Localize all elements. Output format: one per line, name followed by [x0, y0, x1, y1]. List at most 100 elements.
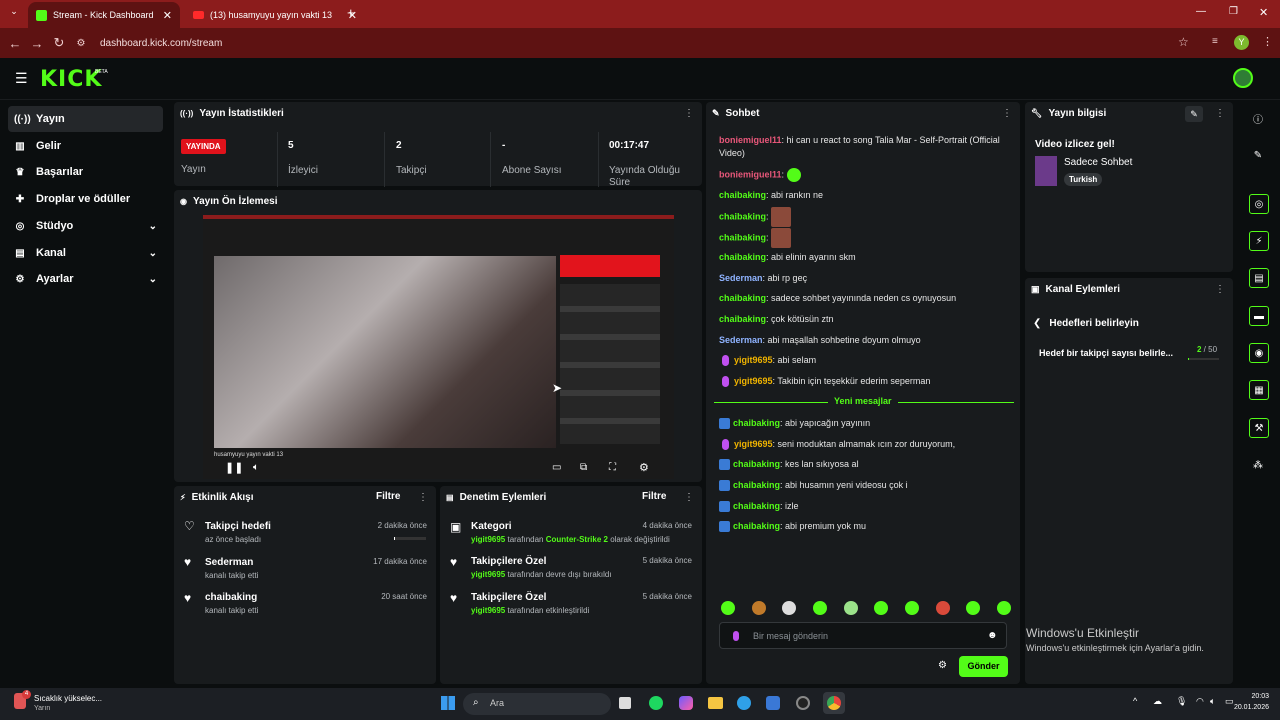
sidebar-item-kanal[interactable]: ▤ Kanal ⌄ — [8, 240, 163, 266]
mic-tray-icon[interactable]: 🎙︎ — [1176, 696, 1187, 707]
emote-icon[interactable] — [843, 601, 858, 615]
user-avatar[interactable] — [1233, 68, 1253, 88]
chat-username[interactable]: chaibaking — [733, 459, 780, 469]
emote-icon[interactable] — [935, 601, 950, 615]
taskbar-search[interactable]: ⌕ Ara — [463, 693, 611, 715]
chat-username[interactable]: chaibaking — [719, 252, 766, 262]
emote-icon[interactable] — [904, 601, 919, 615]
task-view-icon[interactable] — [619, 697, 631, 709]
category-name[interactable]: Sadece Sohbet — [1064, 157, 1132, 168]
spotify-icon[interactable] — [649, 696, 663, 710]
emoji-icon[interactable]: ☻ — [987, 630, 998, 641]
sidebar-item-droplar[interactable]: ✚ Droplar ve ödüller — [8, 186, 163, 212]
pencil-icon[interactable]: ✎ — [1250, 147, 1266, 163]
hamburger-menu-icon[interactable]: ☰ — [15, 70, 28, 87]
tab-kick-dashboard[interactable]: Stream - Kick Dashboard ✕ — [28, 2, 180, 28]
chat-username[interactable]: yigit9695 — [734, 439, 773, 449]
browser-menu-icon[interactable]: ⋮ — [1262, 35, 1273, 48]
fullscreen-icon[interactable]: ⛶ — [609, 462, 616, 473]
bolt-icon[interactable]: ⚡︎ — [1249, 231, 1269, 251]
chat-settings-icon[interactable]: ⚙ — [938, 660, 947, 671]
document-icon[interactable]: ▤ — [1249, 268, 1269, 288]
new-tab-icon[interactable]: + — [347, 5, 355, 20]
media-control-icon[interactable]: ≡ — [1212, 36, 1218, 47]
broadcast-icon[interactable]: ◉ — [1249, 343, 1269, 363]
kebab-menu-icon[interactable]: ⋮ — [1215, 284, 1225, 295]
pip-icon[interactable]: ⧉ — [580, 462, 587, 473]
cloud-icon[interactable]: ☁ — [1153, 696, 1162, 707]
chat-username[interactable]: chaibaking — [719, 314, 766, 324]
chat-username[interactable]: chaibaking — [719, 211, 766, 221]
emote-icon[interactable] — [874, 601, 889, 615]
filter-button[interactable]: Filtre — [642, 491, 666, 502]
forward-icon[interactable]: → — [26, 36, 48, 51]
add-widget-icon[interactable]: ⁂ — [1250, 457, 1266, 473]
back-icon[interactable]: ← — [4, 36, 26, 51]
reload-icon[interactable]: ↻ — [48, 35, 70, 51]
chat-bubble-icon[interactable]: ▬ — [1249, 306, 1269, 326]
address-bar[interactable]: dashboard.kick.com/stream — [100, 38, 222, 49]
speaker-icon[interactable]: 🔈︎ — [1210, 696, 1215, 707]
sidebar-item-basarilar[interactable]: ♛ Başarılar — [8, 159, 163, 185]
chat-username[interactable]: chaibaking — [719, 190, 766, 200]
sidebar-item-ayarlar[interactable]: ⚙ Ayarlar ⌄ — [8, 266, 163, 292]
pause-icon[interactable]: ❚❚ — [225, 461, 243, 474]
chat-username[interactable]: chaibaking — [719, 232, 766, 242]
sidebar-item-yayin[interactable]: ((·)) Yayın — [8, 106, 163, 132]
goal-label[interactable]: Hedef bir takipçi sayısı belirle... — [1039, 348, 1184, 358]
copilot-icon[interactable] — [679, 696, 693, 710]
chat-username[interactable]: boniemiguel11 — [719, 135, 782, 145]
filter-button[interactable]: Filtre — [376, 491, 400, 502]
chat-username[interactable]: chaibaking — [733, 501, 780, 511]
sidebar-item-studyo[interactable]: ◎ Stüdyo ⌄ — [8, 213, 163, 239]
site-info-icon[interactable]: ⚙ — [70, 38, 92, 49]
emote-icon[interactable] — [782, 601, 797, 615]
sidebar-item-gelir[interactable]: ▥ Gelir — [8, 133, 163, 159]
chat-username[interactable]: chaibaking — [733, 418, 780, 428]
file-explorer-icon[interactable] — [708, 697, 723, 709]
kebab-menu-icon[interactable]: ⋮ — [1215, 108, 1225, 119]
kebab-menu-icon[interactable]: ⋮ — [684, 108, 694, 119]
chat-username[interactable]: chaibaking — [733, 521, 780, 531]
stream-video[interactable]: husamyuyu yayın vakti 13 ❚❚ 🔈︎ ▭ ⧉ ⛶ ⚙ — [203, 215, 674, 479]
kick-logo[interactable]: KICK — [40, 67, 102, 92]
gear-icon[interactable]: ⚙ — [639, 461, 649, 474]
chat-username[interactable]: yigit9695 — [734, 376, 773, 386]
wifi-icon[interactable]: ◠ — [1196, 696, 1204, 707]
maximize-icon[interactable]: ❐ — [1229, 6, 1238, 17]
bookmark-star-icon[interactable]: ☆ — [1178, 35, 1189, 49]
chat-username[interactable]: Sederman — [719, 273, 763, 283]
chat-username[interactable]: chaibaking — [733, 480, 780, 490]
chat-username[interactable]: boniemiguel11 — [719, 169, 782, 179]
emote-icon[interactable] — [812, 601, 827, 615]
kebab-menu-icon[interactable]: ⋮ — [418, 492, 428, 503]
tab-list-icon[interactable]: ⌄ — [6, 6, 22, 22]
chrome-taskbar-button[interactable] — [823, 692, 845, 714]
channel-actions-icon[interactable]: ▦ — [1249, 380, 1269, 400]
info-icon[interactable]: ⓘ — [1250, 110, 1266, 126]
wrench-icon[interactable]: ⚒︎ — [1249, 418, 1269, 438]
tab-youtube[interactable]: (13) husamyuyu yayın vakti 13 ✕ — [185, 2, 365, 28]
window-close-icon[interactable]: ✕ — [1259, 6, 1268, 19]
chat-input[interactable]: Bir mesaj gönderin ☻ — [719, 622, 1007, 649]
tray-chevron-icon[interactable]: ^ — [1133, 696, 1137, 706]
profile-avatar[interactable]: Y — [1234, 35, 1249, 50]
edit-icon[interactable]: ✎ — [1185, 106, 1203, 122]
start-icon[interactable] — [441, 696, 455, 710]
new-messages-label[interactable]: Yeni mesajlar — [828, 396, 898, 406]
chat-username[interactable]: Sederman — [719, 335, 763, 345]
emote-icon[interactable] — [996, 601, 1011, 615]
kebab-menu-icon[interactable]: ⋮ — [1002, 108, 1012, 119]
chat-username[interactable]: chaibaking — [719, 293, 766, 303]
volume-icon[interactable]: 🔈︎ — [253, 462, 259, 473]
steam-icon[interactable] — [796, 696, 810, 710]
clock-time[interactable]: 20:03 — [1235, 693, 1269, 700]
kebab-menu-icon[interactable]: ⋮ — [684, 492, 694, 503]
target-icon[interactable]: ◎ — [1249, 194, 1269, 214]
theater-icon[interactable]: ▭ — [552, 462, 561, 473]
emote-icon[interactable] — [966, 601, 981, 615]
clock-date[interactable]: 20.01.2026 — [1231, 704, 1269, 711]
edge-icon[interactable] — [737, 696, 751, 710]
emote-icon[interactable] — [721, 601, 735, 615]
chat-username[interactable]: yigit9695 — [734, 355, 773, 365]
